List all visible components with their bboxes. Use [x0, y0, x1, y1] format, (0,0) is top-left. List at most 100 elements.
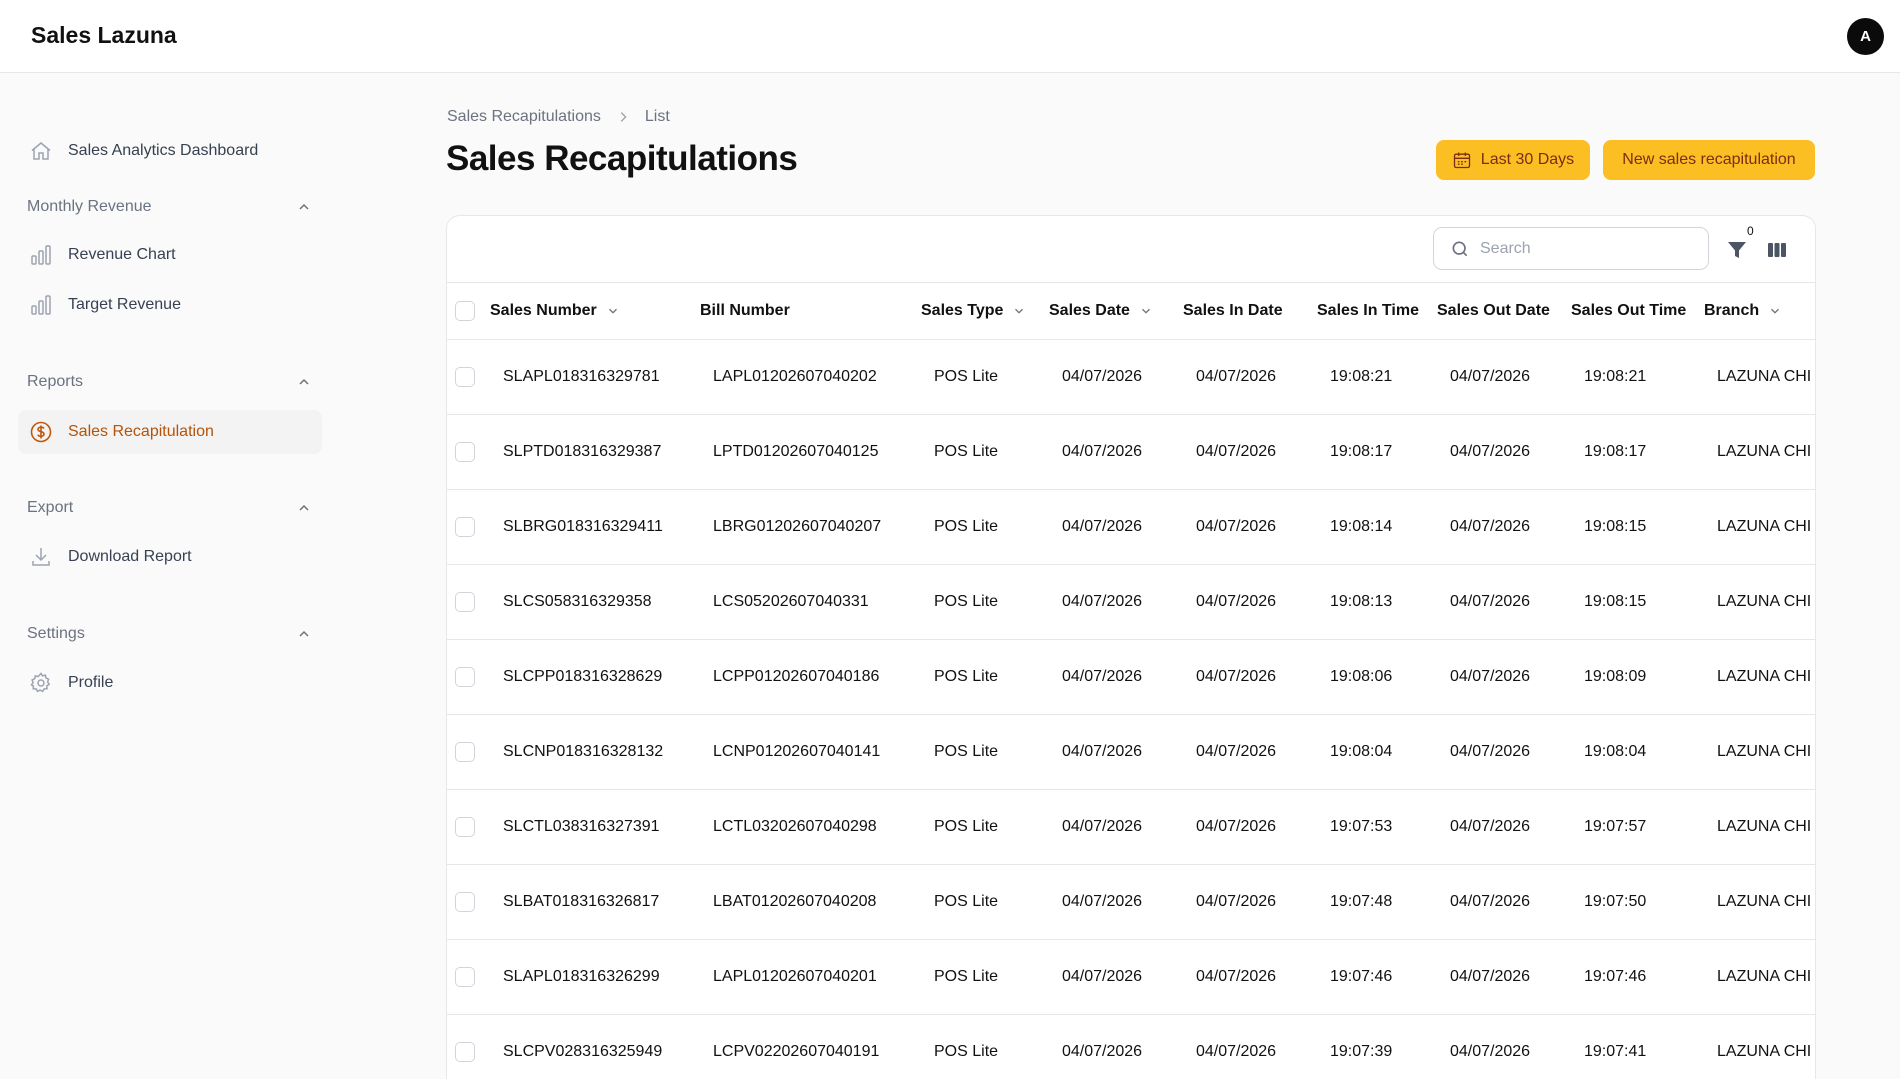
search-box[interactable]	[1433, 227, 1709, 270]
table-cell: 04/07/2026	[1437, 714, 1571, 790]
sidebar-item-revenue-chart[interactable]: Revenue Chart	[18, 233, 322, 277]
home-icon	[27, 137, 55, 165]
table-cell: 19:08:14	[1317, 489, 1437, 565]
group-title: Settings	[27, 625, 85, 642]
column-header-sales-out-date: Sales Out Date	[1437, 302, 1550, 320]
column-header-sales-date[interactable]: Sales Date	[1049, 302, 1153, 320]
chevron-right-icon	[616, 110, 630, 124]
table-cell: 19:08:04	[1571, 714, 1704, 790]
avatar[interactable]: A	[1847, 18, 1884, 55]
table-cell: 04/07/2026	[1183, 714, 1317, 790]
column-label: Sales In Time	[1317, 301, 1419, 319]
row-checkbox[interactable]	[455, 666, 475, 687]
table-row[interactable]: SLBRG018316329411 LBRG01202607040207 POS L…	[447, 489, 1815, 565]
select-all-checkbox[interactable]	[455, 300, 475, 321]
sidebar-item-profile[interactable]: Profile	[18, 661, 322, 705]
gear-icon	[27, 669, 55, 697]
table-cell: 19:07:57	[1571, 789, 1704, 865]
row-checkbox[interactable]	[455, 741, 475, 762]
table-cell: 04/07/2026	[1183, 339, 1317, 415]
chevron-down-icon	[1015, 308, 1024, 314]
column-header-bill-number: Bill Number	[700, 302, 790, 320]
row-checkbox[interactable]	[455, 441, 475, 462]
table-cell: 19:07:53	[1317, 789, 1437, 865]
table-cell: SLCTL038316327391	[490, 789, 700, 865]
group-header-export[interactable]: Export	[27, 496, 312, 520]
table-cell: LCTL03202607040298	[700, 789, 921, 865]
chevron-down-icon	[1141, 308, 1150, 314]
table-cell: 04/07/2026	[1049, 864, 1183, 940]
table-cell: 19:08:17	[1317, 414, 1437, 490]
table-row[interactable]: SLPTD018316329387 LPTD01202607040125 POS L…	[447, 414, 1815, 490]
row-checkbox[interactable]	[455, 966, 475, 987]
table-cell: 19:07:46	[1317, 939, 1437, 1015]
row-checkbox[interactable]	[455, 366, 475, 387]
table-cell: 04/07/2026	[1049, 789, 1183, 865]
columns-icon[interactable]	[1765, 238, 1789, 262]
table-header-row: Sales Number Bill Number Sales Type Sale…	[447, 283, 1815, 340]
chevron-down-icon	[1771, 308, 1780, 314]
bar-chart-icon	[27, 241, 55, 269]
table-cell: 04/07/2026	[1437, 414, 1571, 490]
table-cell: LPTD01202607040125	[700, 414, 921, 490]
chevron-up-icon	[299, 630, 309, 637]
column-header-sales-out-time: Sales Out Time	[1571, 302, 1686, 320]
row-checkbox[interactable]	[455, 816, 475, 837]
table-cell: LCPV02202607040191	[700, 1014, 921, 1079]
sidebar-item-target-revenue[interactable]: Target Revenue	[18, 283, 322, 327]
chevron-up-icon	[299, 203, 309, 210]
row-checkbox[interactable]	[455, 1041, 475, 1062]
date-range-label: Last 30 Days	[1480, 151, 1575, 168]
table-row[interactable]: SLCS058316329358 LCS05202607040331 POS Lit…	[447, 564, 1815, 640]
table-row[interactable]: SLBAT018316326817 LBAT01202607040208 POS L…	[447, 864, 1815, 940]
row-checkbox[interactable]	[455, 516, 475, 537]
filter-icon[interactable]	[1725, 238, 1749, 262]
group-header-monthly-revenue[interactable]: Monthly Revenue	[27, 195, 312, 219]
table-cell: POS Lite	[921, 1014, 1049, 1079]
sidebar-item-dashboard[interactable]: Sales Analytics Dashboard	[18, 129, 322, 173]
column-header-branch[interactable]: Branch	[1704, 302, 1782, 320]
table-row[interactable]: SLAPL018316326299 LAPL01202607040201 POS L…	[447, 939, 1815, 1015]
table-cell: SLPTD018316329387	[490, 414, 700, 490]
table-cell: SLAPL018316326299	[490, 939, 700, 1015]
table-cell: LAZUNA CHI	[1704, 489, 1815, 565]
table-cell: SLBRG018316329411	[490, 489, 700, 565]
row-checkbox[interactable]	[455, 591, 475, 612]
chevron-down-icon	[608, 308, 617, 314]
column-label: Branch	[1704, 301, 1760, 319]
chevron-up-icon	[299, 378, 309, 385]
new-sales-recapitulation-button[interactable]: New sales recapitulation	[1603, 140, 1815, 180]
group-header-reports[interactable]: Reports	[27, 370, 312, 394]
table-cell: 04/07/2026	[1049, 639, 1183, 715]
table-cell: POS Lite	[921, 714, 1049, 790]
breadcrumb-parent[interactable]: Sales Recapitulations	[447, 108, 601, 126]
sidebar-item-label: Sales Analytics Dashboard	[68, 142, 259, 159]
table-cell: 19:08:15	[1571, 489, 1704, 565]
date-range-button[interactable]: Last 30 Days	[1436, 140, 1590, 180]
table-cell: 04/07/2026	[1437, 864, 1571, 940]
table-row[interactable]: SLCNP018316328132 LCNP01202607040141 POS L…	[447, 714, 1815, 790]
table-row[interactable]: SLCPV028316325949 LCPV02202607040191 POS L…	[447, 1014, 1815, 1079]
column-header-sales-type[interactable]: Sales Type	[921, 302, 1026, 320]
app-title[interactable]: Sales Lazuna	[31, 22, 177, 49]
table-cell: 19:08:09	[1571, 639, 1704, 715]
table-cell: 04/07/2026	[1183, 864, 1317, 940]
table-cell: 19:07:48	[1317, 864, 1437, 940]
table-cell: POS Lite	[921, 339, 1049, 415]
group-title: Export	[27, 499, 74, 516]
table-cell: 19:08:13	[1317, 564, 1437, 640]
table-row[interactable]: SLCTL038316327391 LCTL03202607040298 POS L…	[447, 789, 1815, 865]
table-cell: 19:08:04	[1317, 714, 1437, 790]
sidebar-item-sales-recapitulation[interactable]: Sales Recapitulation	[18, 410, 322, 454]
breadcrumb-current: List	[644, 108, 670, 125]
sidebar-item-download-report[interactable]: Download Report	[18, 535, 322, 579]
breadcrumb: Sales Recapitulations List	[447, 108, 670, 126]
row-checkbox[interactable]	[455, 891, 475, 912]
group-header-settings[interactable]: Settings	[27, 622, 312, 646]
table-row[interactable]: SLCPP018316328629 LCPP01202607040186 POS L…	[447, 639, 1815, 715]
page-title: Sales Recapitulations	[446, 139, 798, 178]
column-header-sales-number[interactable]: Sales Number	[490, 302, 620, 320]
table-row[interactable]: SLAPL018316329781 LAPL01202607040202 POS L…	[447, 339, 1815, 415]
search-input[interactable]	[1480, 239, 1700, 258]
sales-table: Sales Number Bill Number Sales Type Sale…	[447, 283, 1815, 1079]
